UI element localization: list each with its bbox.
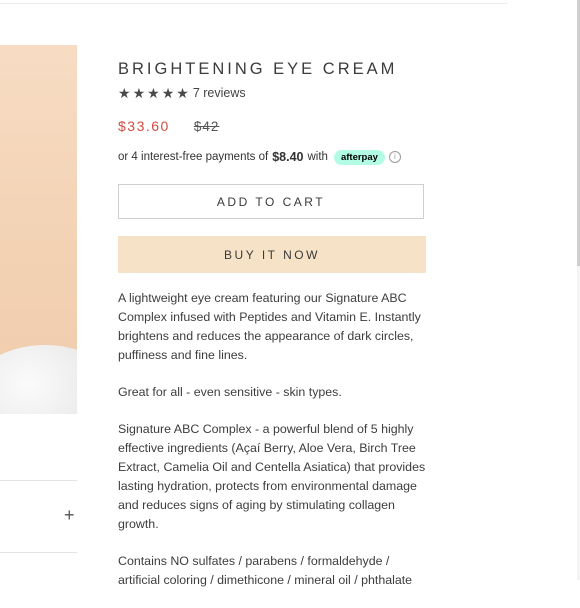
product-info: BRIGHTENING EYE CREAM ★ ★ ★ ★ ★ 7 review… bbox=[118, 58, 428, 608]
installments-prefix: or 4 interest-free payments of bbox=[118, 151, 269, 163]
star-icon: ★ bbox=[132, 85, 146, 101]
star-icon: ★ bbox=[118, 85, 131, 101]
info-icon[interactable]: i bbox=[388, 151, 401, 163]
reviews-count[interactable]: 7 reviews bbox=[193, 86, 246, 100]
header-divider bbox=[0, 3, 508, 4]
star-icon: ★ bbox=[161, 85, 175, 101]
description-paragraph: Great for all - even sensitive - skin ty… bbox=[118, 385, 342, 399]
product-title: BRIGHTENING EYE CREAM bbox=[118, 60, 398, 78]
product-rating[interactable]: ★ ★ ★ ★ ★ 7 reviews bbox=[118, 85, 428, 101]
product-description: A lightweight eye cream featuring our Si… bbox=[118, 289, 428, 590]
price-row: $33.60 $42 bbox=[118, 117, 428, 135]
add-to-cart-button[interactable]: ADD TO CART bbox=[118, 184, 424, 219]
star-icon: ★ bbox=[147, 85, 160, 101]
compare-at-price: $42 bbox=[193, 118, 220, 134]
afterpay-logo: afterpay bbox=[333, 149, 385, 165]
installments-info: or 4 interest-free payments of $8.40 wit… bbox=[118, 148, 428, 166]
star-icon: ★ bbox=[176, 85, 189, 101]
plus-icon[interactable]: + bbox=[64, 505, 75, 525]
description-paragraph: A lightweight eye cream featuring our Si… bbox=[118, 291, 421, 362]
description-paragraph: Contains NO sulfates / parabens / formal… bbox=[118, 554, 413, 587]
accordion-divider-bottom bbox=[0, 552, 77, 553]
buy-now-button[interactable]: BUY IT NOW bbox=[118, 236, 426, 273]
product-image[interactable] bbox=[0, 45, 77, 414]
installments-suffix: with bbox=[307, 151, 328, 163]
installment-amount: $8.40 bbox=[272, 150, 304, 164]
sale-price: $33.60 bbox=[118, 118, 170, 134]
description-paragraph: Signature ABC Complex - a powerful blend… bbox=[118, 422, 426, 531]
towel-graphic bbox=[0, 345, 77, 414]
accordion-divider-top bbox=[0, 480, 77, 481]
